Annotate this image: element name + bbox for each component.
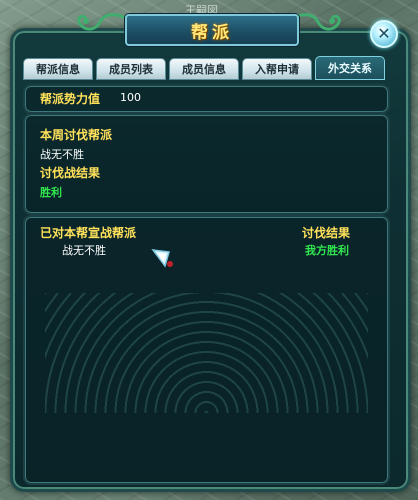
close-button[interactable]: ✕ bbox=[370, 20, 398, 48]
background-wave bbox=[45, 293, 368, 413]
tab-member-info[interactable]: 成员信息 bbox=[169, 58, 239, 80]
declared-result-header: 讨伐结果 bbox=[302, 226, 351, 240]
tab-member-list[interactable]: 成员列表 bbox=[96, 58, 166, 80]
tab-join-requests[interactable]: 入帮申请 bbox=[242, 58, 312, 80]
weekly-war-result-value: 胜利 bbox=[40, 186, 62, 199]
weekly-war-result-label: 讨伐战结果 bbox=[40, 166, 101, 180]
declared-row-result: 我方胜利 bbox=[305, 244, 349, 257]
power-label: 帮派势力值 bbox=[40, 92, 101, 106]
weekly-war-title: 本周讨伐帮派 bbox=[40, 128, 113, 142]
weekly-war-target: 战无不胜 bbox=[40, 148, 84, 161]
game-cursor-icon bbox=[151, 249, 173, 268]
tab-diplomacy[interactable]: 外交关系 bbox=[315, 56, 385, 80]
window-title: 帮派 bbox=[191, 22, 233, 43]
close-icon: ✕ bbox=[377, 24, 391, 43]
tab-guild-info[interactable]: 帮派信息 bbox=[23, 58, 93, 80]
title-plate: 帮派 bbox=[125, 14, 299, 46]
power-value: 100 bbox=[120, 91, 141, 104]
tab-bar: 帮派信息 成员列表 成员信息 入帮申请 外交关系 bbox=[23, 56, 385, 80]
declared-war-title: 已对本帮宣战帮派 bbox=[40, 226, 137, 240]
declared-row-guild[interactable]: 战无不胜 bbox=[62, 242, 106, 258]
